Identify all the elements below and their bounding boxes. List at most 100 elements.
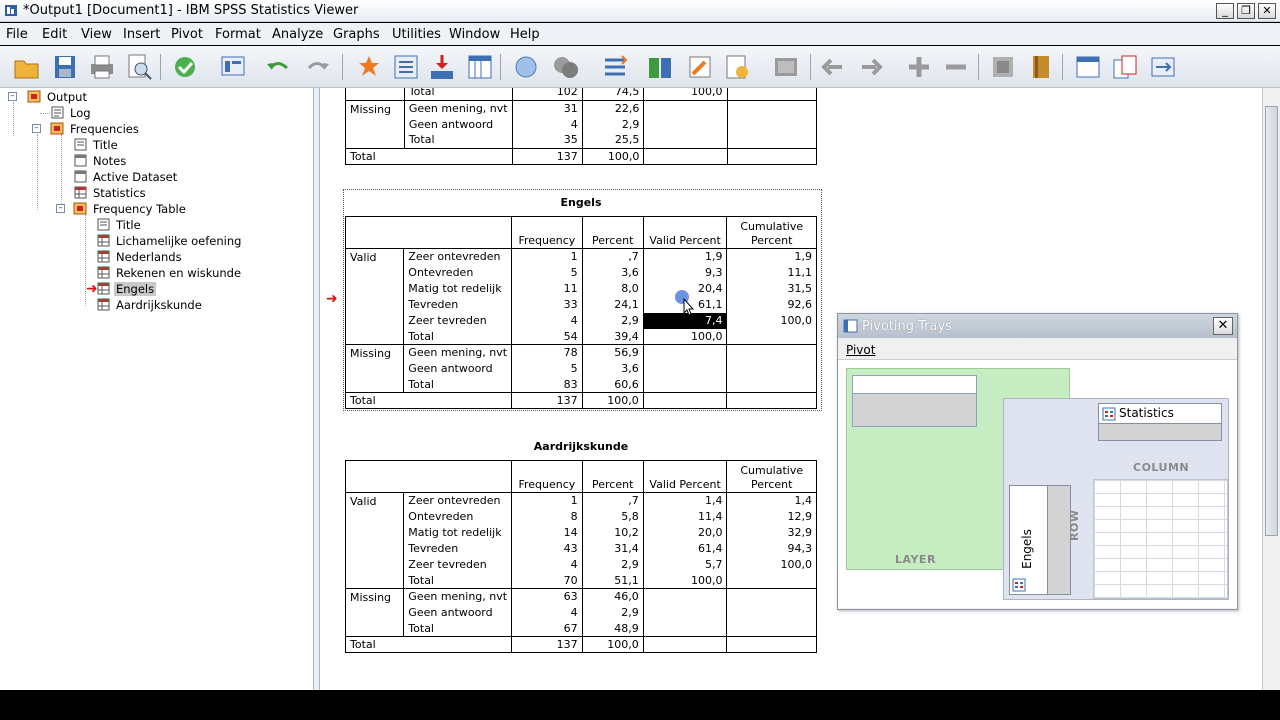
show-icon[interactable] (988, 52, 1018, 82)
tree-label: Aardrijkskunde (116, 298, 202, 312)
table-cell: Tevreden (403, 540, 513, 557)
table-cell: 22,6 (581, 99, 645, 116)
menu-insert[interactable]: Insert (123, 27, 160, 42)
table-cell: 3,6 (581, 264, 644, 281)
dialog-titlebar[interactable]: Pivoting Trays ✕ (838, 314, 1237, 338)
open-icon[interactable] (12, 52, 42, 82)
minimize-button[interactable]: _ (1216, 3, 1234, 19)
menu-format[interactable]: Format (215, 27, 261, 42)
export-icon[interactable] (170, 52, 200, 82)
table-cell: Zeer ontevreden (403, 248, 513, 265)
goto-case-icon[interactable] (391, 52, 421, 82)
menu-view[interactable]: View (81, 27, 112, 42)
designate-window-icon[interactable] (511, 52, 541, 82)
table-row: Matig tot redelijk 14 10,2 20,0 32,9 (346, 524, 817, 541)
expand-toggle-frequencies[interactable]: – (32, 124, 41, 133)
redo-icon[interactable] (303, 52, 333, 82)
variable-icon (1102, 407, 1116, 421)
table-cell (726, 344, 817, 361)
expand-toggle-frequency-table[interactable]: – (56, 204, 65, 213)
print-icon[interactable] (87, 52, 117, 82)
variables-icon[interactable] (465, 52, 495, 82)
tree-node-statistics[interactable]: Statistics (73, 186, 148, 201)
menu-utilities[interactable]: Utilities (392, 27, 441, 42)
insert-chart-icon[interactable] (1148, 52, 1178, 82)
close-window-button[interactable]: ✕ (1258, 3, 1276, 19)
tree-node-title[interactable]: Title (73, 138, 120, 153)
book-icon[interactable] (1026, 52, 1056, 82)
menu-help[interactable]: Help (510, 27, 540, 42)
promote-icon[interactable] (818, 52, 848, 82)
restore-button[interactable]: ❐ (1237, 3, 1255, 19)
menu-pivot[interactable]: Pivot (846, 343, 875, 357)
column-item[interactable]: Statistics (1098, 403, 1222, 441)
create-title-icon[interactable] (722, 52, 752, 82)
collapse-icon[interactable] (941, 52, 971, 82)
tree-node-nederlands[interactable]: Nederlands (96, 250, 184, 265)
script-icon[interactable] (771, 52, 801, 82)
aardrijkskunde-frequency-table[interactable]: Frequency Percent Valid Percent Cumulati… (344, 460, 817, 653)
table-cell (642, 392, 728, 409)
table-cell: Tevreden (403, 296, 513, 313)
insert-table-icon[interactable] (1110, 52, 1140, 82)
table-cell (726, 620, 817, 637)
scrollbar-thumb[interactable] (1265, 106, 1278, 536)
table-row: Tevreden 43 31,4 61,4 94,3 (346, 540, 817, 557)
table-cell: 100,0 (581, 148, 645, 165)
tree-node-engels[interactable]: Engels (96, 282, 157, 297)
row-item[interactable]: Engels (1009, 485, 1071, 595)
dialog-title: Pivoting Trays (862, 319, 952, 334)
tree-node-ft-title[interactable]: Title (96, 218, 143, 233)
tree-node-rekenen-en-wiskunde[interactable]: Rekenen en wiskunde (96, 266, 243, 281)
tree-node-notes[interactable]: Notes (73, 154, 128, 169)
weight-cases-icon[interactable] (600, 52, 630, 82)
table-cell (726, 588, 817, 605)
data-grid-preview (1093, 479, 1228, 599)
undo-icon[interactable] (263, 52, 293, 82)
print-preview-icon[interactable] (124, 52, 154, 82)
tree-node-output[interactable]: Output (27, 90, 89, 105)
row-label: ROW (1068, 509, 1081, 541)
table-row: Valid Zeer ontevreden 1 ,7 1,4 1,4 (344, 492, 817, 589)
row-tray[interactable]: Engels ROW (1004, 479, 1093, 599)
menu-edit[interactable]: Edit (42, 27, 67, 42)
table-cell: 46,0 (581, 588, 644, 605)
expand-toggle-output[interactable]: – (8, 92, 17, 101)
vertical-scrollbar[interactable] (1262, 88, 1280, 690)
select-cases-icon[interactable] (551, 52, 581, 82)
save-icon[interactable] (50, 52, 80, 82)
toolbar-separator (810, 54, 811, 80)
goto-variable-icon[interactable] (427, 52, 457, 82)
layer-slot[interactable] (852, 375, 977, 427)
column-tray[interactable]: Statistics COLUMN (1093, 399, 1228, 479)
pivot-table-icon[interactable] (685, 52, 715, 82)
tree-node-active-dataset[interactable]: Active Dataset (73, 170, 179, 185)
tree-label: Rekenen en wiskunde (116, 266, 242, 280)
insert-heading-icon[interactable] (1073, 52, 1103, 82)
expand-icon[interactable] (904, 52, 934, 82)
menu-analyze[interactable]: Analyze (272, 27, 323, 42)
menu-pivot[interactable]: Pivot (171, 27, 203, 42)
demote-icon[interactable] (856, 52, 886, 82)
close-button[interactable]: ✕ (1213, 317, 1233, 335)
menu-file[interactable]: File (6, 27, 28, 42)
goto-data-icon[interactable] (354, 52, 384, 82)
engels-frequency-table[interactable]: Frequency Percent Valid Percent Cumulati… (344, 216, 817, 409)
tree-node-lichamelijke-oefening[interactable]: Lichamelijke oefening (96, 234, 243, 249)
row-item-header: Engels (1010, 486, 1048, 594)
table-cell: 83 (511, 376, 583, 393)
column-header: Percent (581, 216, 644, 249)
tree-node-frequency-table[interactable]: Frequency Table (73, 202, 188, 217)
split-file-icon[interactable] (645, 52, 675, 82)
table-row: Geen antwoord 5 3,6 (346, 360, 817, 377)
recall-dialog-icon[interactable] (218, 52, 248, 82)
tree-node-frequencies[interactable]: Frequencies (50, 122, 141, 137)
tree-node-log[interactable]: Log (50, 106, 93, 121)
menu-window[interactable]: Window (449, 27, 500, 42)
menu-graphs[interactable]: Graphs (333, 27, 380, 42)
layer-slot-header (853, 376, 976, 394)
table-cell: 54 (511, 328, 583, 345)
table-row: Total 83 60,6 (346, 376, 817, 393)
table-row: Matig tot redelijk 11 8,0 20,4 31,5 (346, 280, 817, 297)
tree-node-aardrijkskunde[interactable]: Aardrijkskunde (96, 298, 204, 313)
